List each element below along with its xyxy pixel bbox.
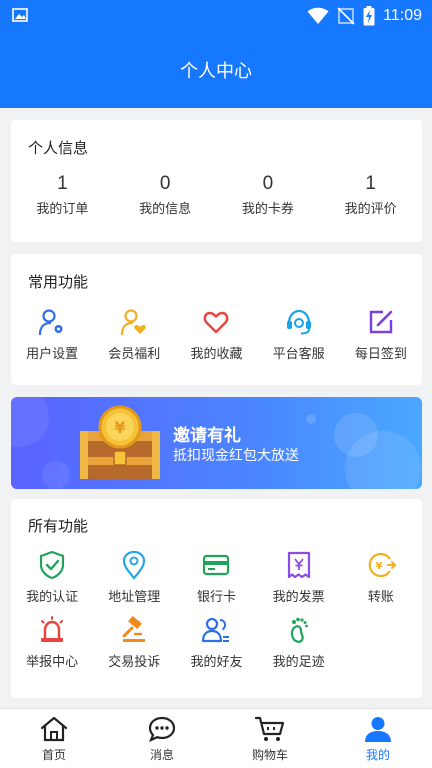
invoice-icon (287, 551, 310, 579)
func-verification[interactable]: 我的认证 (11, 550, 93, 605)
tab-profile[interactable]: 我的 (324, 709, 432, 768)
all-functions-title: 所有功能 (28, 517, 89, 535)
svg-text:¥: ¥ (375, 561, 382, 572)
stat-coupons[interactable]: 0 我的卡券 (217, 172, 320, 217)
gavel-icon (122, 616, 146, 642)
func-bank-card[interactable]: 银行卡 (175, 550, 257, 605)
func-report-center-label: 举报中心 (26, 655, 79, 670)
personal-info-card: 个人信息 1 我的订单 0 我的信息 0 我的卡券 1 我的评价 (11, 120, 422, 242)
invite-banner[interactable]: ¥ 邀请有礼 抵扣现金红包大放送 (11, 397, 422, 489)
tab-home[interactable]: 首页 (0, 709, 108, 768)
stat-reviews-label: 我的评价 (344, 202, 397, 217)
home-icon (40, 716, 68, 742)
func-daily-checkin-label: 每日签到 (354, 347, 407, 362)
func-invoice[interactable]: 我的发票 (258, 550, 340, 605)
tab-messages[interactable]: 消息 (108, 709, 216, 768)
func-member-benefit-label: 会员福利 (108, 347, 161, 362)
stat-messages-value: 0 (159, 173, 171, 194)
func-favorites[interactable]: 我的收藏 (175, 307, 257, 362)
func-customer-service[interactable]: 平台客服 (258, 307, 340, 362)
svg-text:¥: ¥ (114, 418, 125, 437)
tab-profile-label: 我的 (365, 748, 390, 762)
tab-home-label: 首页 (41, 748, 66, 762)
banner-title: 邀请有礼 (173, 426, 241, 446)
cart-icon (255, 716, 285, 741)
common-functions-title: 常用功能 (28, 273, 89, 291)
status-time: 11:09 (383, 7, 422, 24)
tab-messages-label: 消息 (149, 748, 174, 762)
footprint-icon (290, 617, 308, 643)
stat-messages[interactable]: 0 我的信息 (114, 172, 217, 217)
func-trade-complaint-label: 交易投诉 (108, 655, 161, 670)
func-report-center[interactable]: 举报中心 (11, 615, 93, 670)
page-title: 个人中心 (180, 61, 252, 82)
image-notification-icon (12, 8, 28, 22)
stat-orders-value: 1 (57, 173, 68, 194)
profile-icon (365, 717, 391, 742)
func-transfer[interactable]: ¥ 转账 (340, 550, 422, 605)
no-signal-icon (337, 7, 355, 25)
func-friends[interactable]: 我的好友 (175, 615, 257, 670)
func-address-management-label: 地址管理 (108, 590, 161, 605)
func-verification-label: 我的认证 (26, 590, 79, 605)
tab-cart-label: 购物车 (251, 748, 288, 762)
user-settings-icon (38, 309, 63, 336)
func-friends-label: 我的好友 (190, 655, 243, 670)
func-transfer-label: 转账 (367, 590, 394, 605)
banner-subtitle: 抵扣现金红包大放送 (173, 448, 299, 464)
func-daily-checkin[interactable]: 每日签到 (340, 307, 422, 362)
func-member-benefit[interactable]: 会员福利 (93, 307, 175, 362)
func-user-settings-label: 用户设置 (26, 347, 79, 362)
stat-coupons-value: 0 (262, 173, 274, 194)
func-customer-service-label: 平台客服 (272, 347, 325, 362)
func-address-management[interactable]: 地址管理 (93, 550, 175, 605)
treasure-chest-icon: ¥ (80, 405, 160, 479)
page-header: 个人中心 (0, 32, 432, 108)
func-footprint[interactable]: 我的足迹 (258, 615, 340, 670)
stat-orders-label: 我的订单 (36, 202, 89, 217)
alarm-icon (41, 616, 64, 642)
stat-orders[interactable]: 1 我的订单 (11, 172, 114, 217)
func-trade-complaint[interactable]: 交易投诉 (93, 615, 175, 670)
edit-checkin-icon (369, 310, 393, 334)
friends-icon (202, 617, 230, 643)
battery-charging-icon (363, 6, 375, 26)
stat-reviews-value: 1 (365, 173, 376, 194)
func-footprint-label: 我的足迹 (272, 655, 325, 670)
member-benefit-icon (121, 309, 146, 336)
all-functions-card: 所有功能 我的认证 地址管理 银行卡 我的发票 ¥ 转账 举报中心 交易投诉 我… (11, 499, 422, 698)
location-pin-icon (123, 550, 146, 580)
stat-reviews[interactable]: 1 我的评价 (319, 172, 422, 217)
func-user-settings[interactable]: 用户设置 (11, 307, 93, 362)
wifi-icon (307, 7, 329, 24)
common-functions-card: 常用功能 用户设置 会员福利 我的收藏 平台客服 每日签到 (11, 254, 422, 385)
personal-info-title: 个人信息 (28, 139, 89, 157)
bottom-tab-bar: 首页 消息 购物车 我的 (0, 708, 432, 768)
func-invoice-label: 我的发票 (272, 590, 325, 605)
shield-check-icon (39, 550, 65, 580)
func-bank-card-label: 银行卡 (196, 590, 236, 605)
stat-coupons-label: 我的卡券 (241, 202, 294, 217)
transfer-icon: ¥ (368, 552, 396, 578)
message-icon (148, 716, 176, 742)
tab-cart[interactable]: 购物车 (216, 709, 324, 768)
heart-icon (204, 311, 229, 334)
headset-icon (286, 309, 311, 335)
func-favorites-label: 我的收藏 (190, 347, 243, 362)
bank-card-icon (203, 554, 230, 576)
status-bar: 11:09 (0, 0, 432, 32)
stat-messages-label: 我的信息 (139, 202, 192, 217)
